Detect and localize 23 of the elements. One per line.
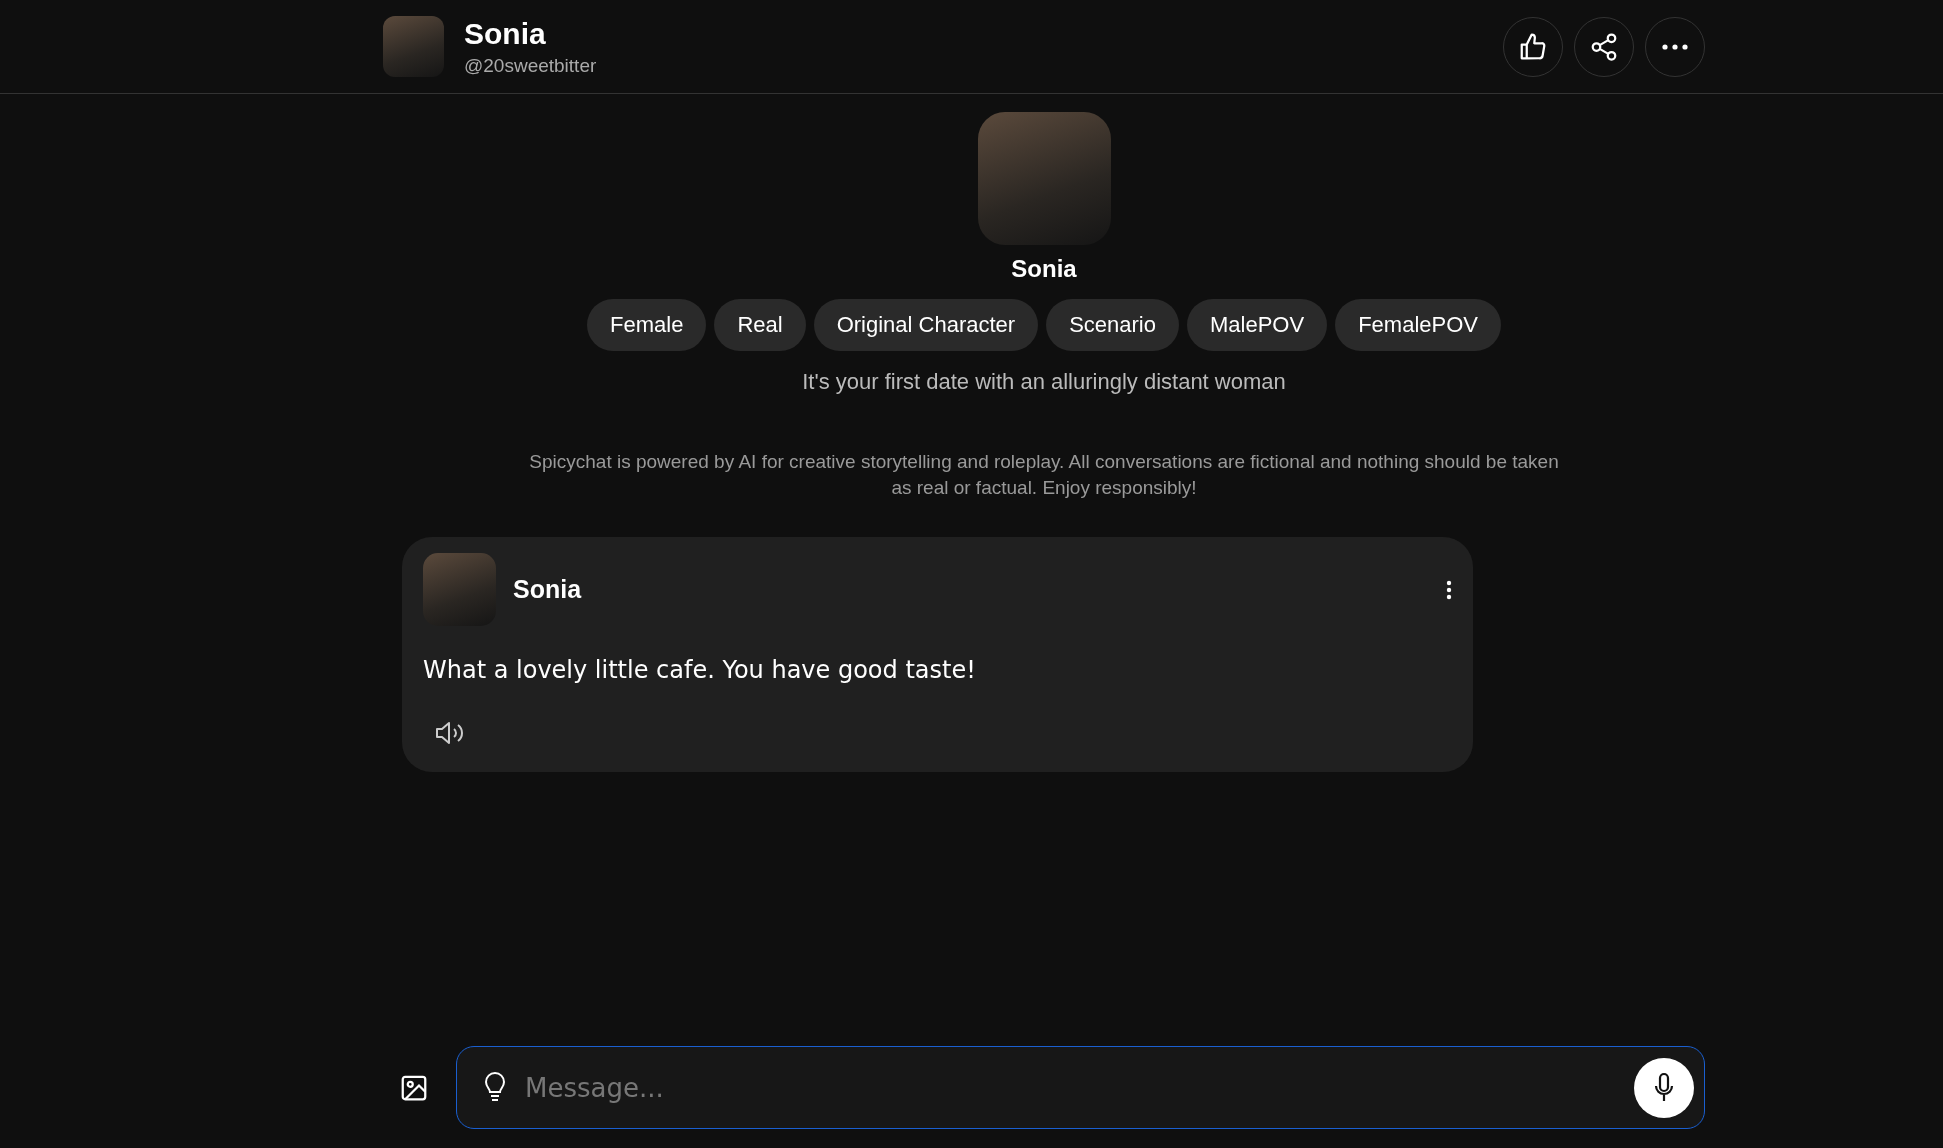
message-input-field[interactable]: Message... (523, 1071, 1618, 1104)
character-name: Sonia (464, 16, 547, 51)
character-tagline: It's your first date with an alluringly distant woman (802, 369, 1286, 395)
tag-chip[interactable]: Original Character (813, 299, 1039, 351)
message-composer[interactable]: Message... (456, 1046, 1705, 1129)
tag-chip[interactable]: Scenario (1046, 299, 1179, 351)
character-name: Sonia (1011, 255, 1077, 283)
more-icon (1662, 43, 1688, 50)
avatar-photo (383, 16, 444, 77)
creator-handle[interactable]: @20sweetbitter (464, 54, 597, 77)
message-menu-button[interactable] (1446, 579, 1452, 600)
microphone-icon (1653, 1071, 1675, 1104)
tag-chip[interactable]: MalePOV (1187, 299, 1328, 351)
more-vertical-icon (1446, 579, 1452, 600)
share-icon (1589, 31, 1619, 62)
lightbulb-icon (483, 1071, 507, 1104)
tag-chip[interactable]: Real (714, 299, 806, 351)
tag-chip[interactable]: Female (587, 299, 707, 351)
sender-name: Sonia (513, 575, 583, 604)
message-text: What a lovely little cafe. You have good taste! (423, 656, 977, 684)
disclaimer-text: Spicychat is powered by AI for creative storytelling and roleplay. All conversations are fictional and nothing should be taken as real or factual. Enjoy responsibly! (528, 450, 1560, 500)
tag-chip[interactable]: FemalePOV (1335, 299, 1501, 351)
thumbs-up-icon (1518, 31, 1548, 62)
